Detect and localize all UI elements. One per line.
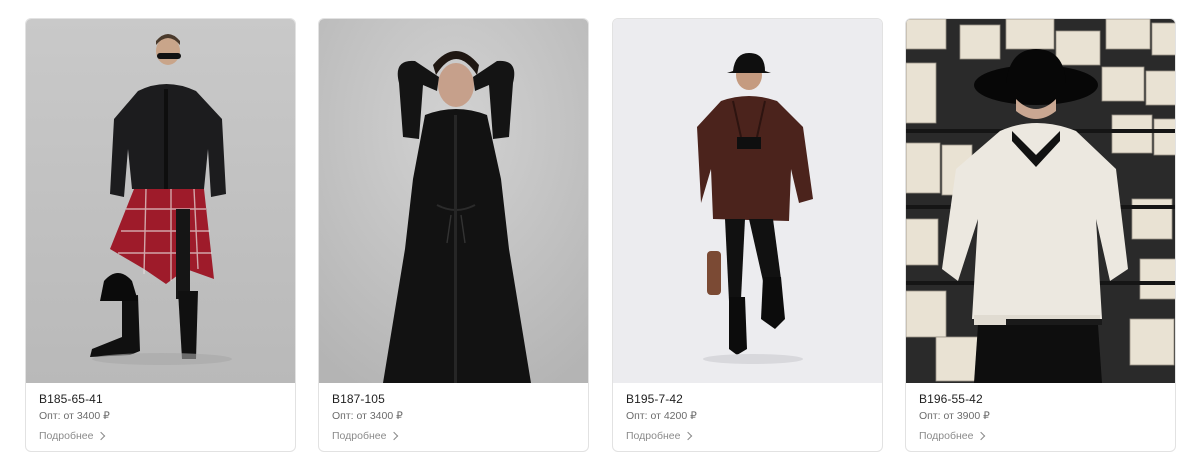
product-price: Опт: от 3400 ₽ [332, 410, 403, 422]
more-link[interactable]: Подробнее [39, 430, 106, 442]
more-link[interactable]: Подробнее [919, 430, 986, 442]
product-card[interactable]: В195-7-42 Опт: от 4200 ₽ Подробнее [612, 18, 883, 452]
product-price: Опт: от 4200 ₽ [626, 410, 697, 422]
product-sku: В185-65-41 [39, 392, 103, 406]
product-card[interactable]: В187-105 Опт: от 3400 ₽ Подробнее [318, 18, 589, 452]
more-link-label: Подробнее [919, 430, 974, 442]
product-card[interactable]: В196-55-42 Опт: от 3900 ₽ Подробнее [905, 18, 1176, 452]
product-image-3 [613, 19, 882, 383]
product-photo[interactable] [613, 19, 882, 383]
product-photo[interactable] [319, 19, 588, 383]
product-sku: В187-105 [332, 392, 385, 406]
chevron-right-icon [97, 431, 106, 441]
product-sku: В195-7-42 [626, 392, 683, 406]
product-image-4 [906, 19, 1175, 383]
more-link-label: Подробнее [39, 430, 94, 442]
product-grid: В185-65-41 Опт: от 3400 ₽ Подробнее В187… [0, 0, 1200, 463]
more-link[interactable]: Подробнее [332, 430, 399, 442]
product-photo[interactable] [26, 19, 295, 383]
more-link-label: Подробнее [626, 430, 681, 442]
product-price: Опт: от 3400 ₽ [39, 410, 110, 422]
chevron-right-icon [684, 431, 693, 441]
chevron-right-icon [390, 431, 399, 441]
product-price: Опт: от 3900 ₽ [919, 410, 990, 422]
more-link[interactable]: Подробнее [626, 430, 693, 442]
chevron-right-icon [977, 431, 986, 441]
product-image-2 [319, 19, 588, 383]
product-photo[interactable] [906, 19, 1175, 383]
product-image-1 [26, 19, 295, 383]
product-card[interactable]: В185-65-41 Опт: от 3400 ₽ Подробнее [25, 18, 296, 452]
more-link-label: Подробнее [332, 430, 387, 442]
product-sku: В196-55-42 [919, 392, 983, 406]
